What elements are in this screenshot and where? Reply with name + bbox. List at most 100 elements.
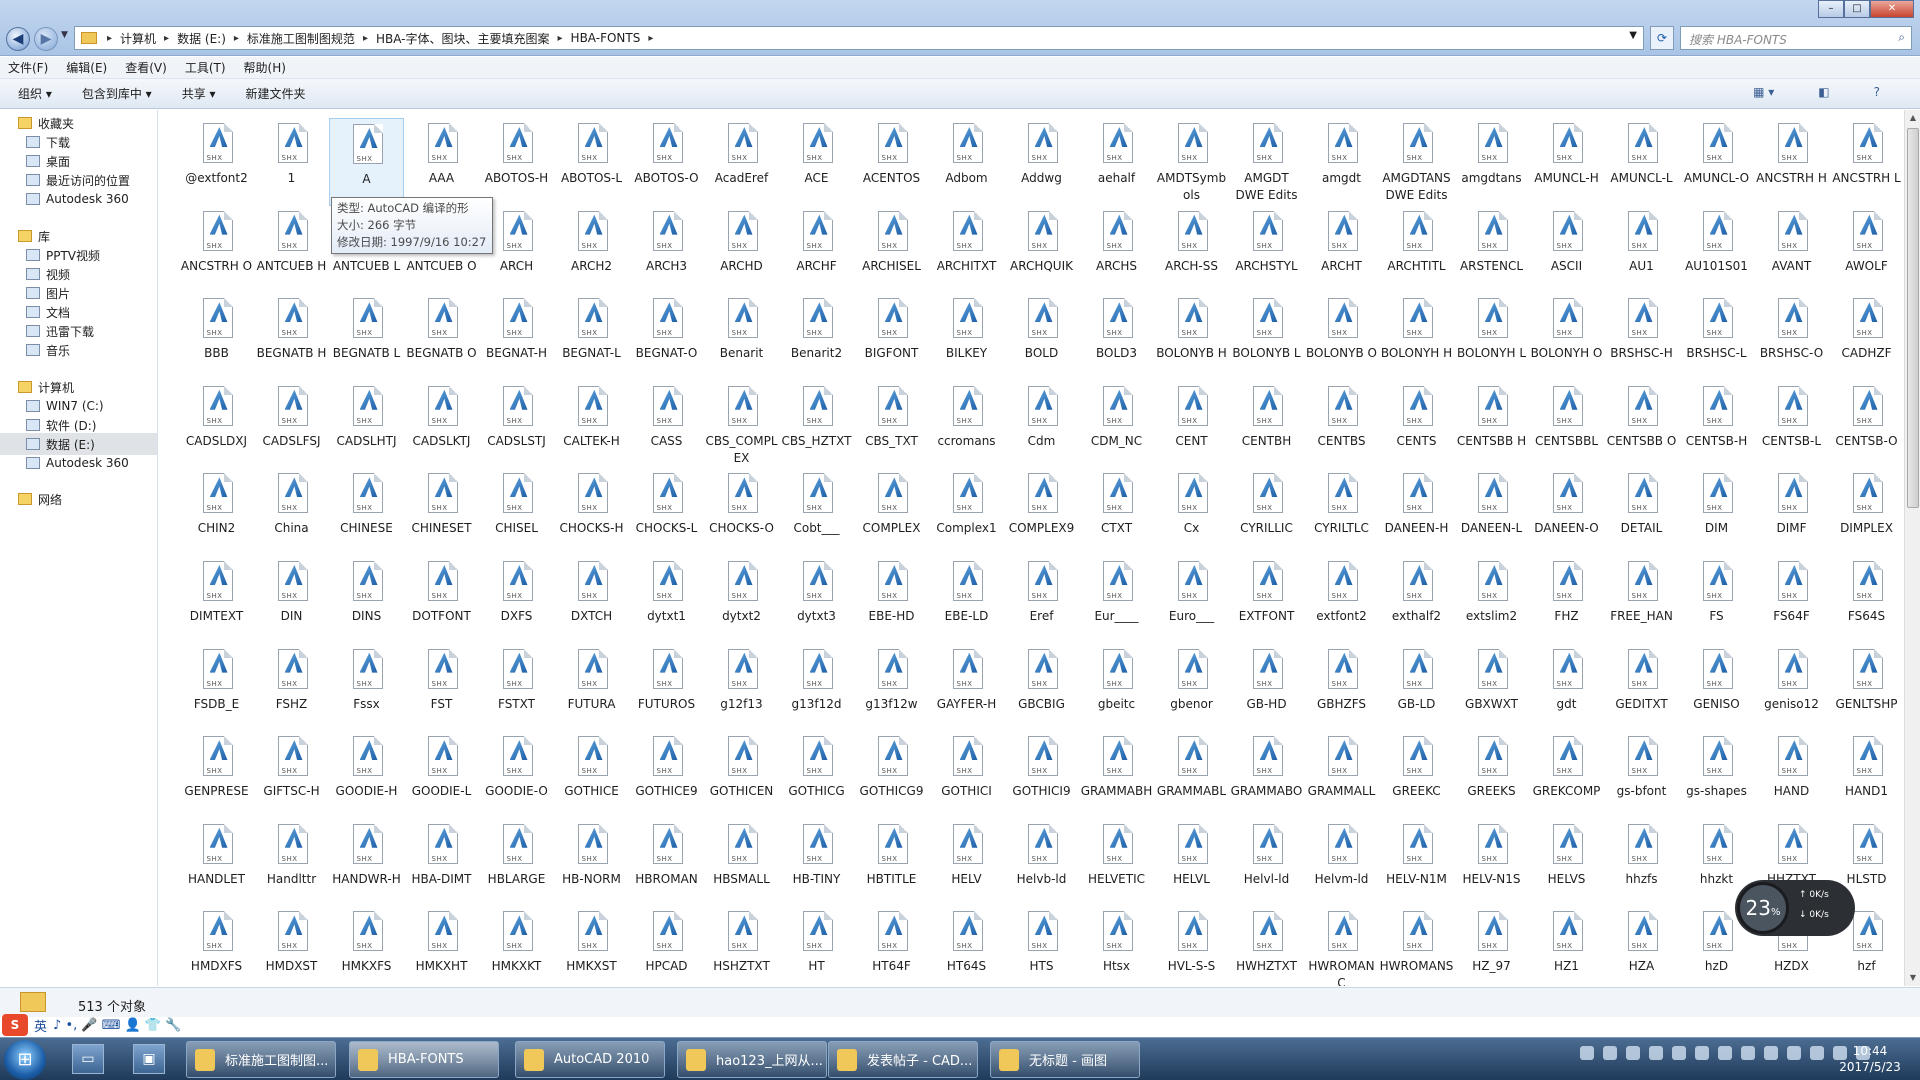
file-item[interactable]: SHX HMKXKT <box>479 906 554 986</box>
file-item[interactable]: SHX GB-LD <box>1379 644 1454 732</box>
file-item[interactable]: SHX HANDLET <box>179 819 254 907</box>
file-item[interactable]: SHX BRSHSC-L <box>1679 293 1754 381</box>
file-item[interactable]: SHX BOLD3 <box>1079 293 1154 381</box>
file-item[interactable]: SHX AVANT <box>1754 206 1829 294</box>
file-item[interactable]: SHX gbeitc <box>1079 644 1154 732</box>
file-item[interactable]: SHX GOODIE-H <box>329 731 404 819</box>
file-item[interactable]: SHX CENTSBBL <box>1529 381 1604 469</box>
file-item[interactable]: SHX ANCSTRH O <box>179 206 254 294</box>
file-item[interactable]: SHX GRAMMALL <box>1304 731 1379 819</box>
file-item[interactable]: SHX ABOTOS-H <box>479 118 554 206</box>
file-item[interactable]: SHX GENPRESE <box>179 731 254 819</box>
file-item[interactable]: SHX CENTSB-L <box>1754 381 1829 469</box>
file-item[interactable]: SHX GBXWXT <box>1454 644 1529 732</box>
file-item[interactable]: SHX COMPLEX9 <box>1004 468 1079 556</box>
file-item[interactable]: SHX CYRILLIC <box>1229 468 1304 556</box>
file-item[interactable]: SHX HWROMANS <box>1379 906 1454 986</box>
taskbar-button[interactable]: 发表帖子 - CAD... <box>828 1041 978 1078</box>
file-item[interactable]: SHX AMUNCL-H <box>1529 118 1604 206</box>
file-item[interactable]: SHX HB-NORM <box>554 819 629 907</box>
file-item[interactable]: SHX GIFTSC-H <box>254 731 329 819</box>
file-item[interactable]: SHX ACE <box>779 118 854 206</box>
breadcrumb-separator-icon[interactable]: ▸ <box>648 33 653 44</box>
file-item[interactable]: SHX CHOCKS-O <box>704 468 779 556</box>
file-item[interactable]: SHX CTXT <box>1079 468 1154 556</box>
sidebar-item[interactable]: Autodesk 360 <box>0 452 157 474</box>
breadcrumb-separator-icon[interactable]: ▸ <box>164 33 169 44</box>
file-item[interactable]: SHX DANEEN-H <box>1379 468 1454 556</box>
file-item[interactable]: SHX ABOTOS-L <box>554 118 629 206</box>
breadcrumb-item[interactable]: 数据 (E:) <box>177 30 226 47</box>
file-item[interactable]: SHX AMDTSymbols <box>1154 118 1229 206</box>
ime-tools-icon[interactable]: ♪ •, 🎤 ⌨ 👤 👕 🔧 <box>53 1018 181 1033</box>
file-item[interactable]: SHX GBHZFS <box>1304 644 1379 732</box>
file-item[interactable]: SHX HB-TINY <box>779 819 854 907</box>
file-item[interactable]: SHX CENT <box>1154 381 1229 469</box>
file-item[interactable]: SHX AcadEref <box>704 118 779 206</box>
file-item[interactable]: SHX FS64F <box>1754 556 1829 644</box>
file-item[interactable]: SHX BOLONYB L <box>1229 293 1304 381</box>
file-item[interactable]: SHX ACENTOS <box>854 118 929 206</box>
file-item[interactable]: SHX HVL-S-S <box>1154 906 1229 986</box>
vertical-scrollbar[interactable]: ▲ ▼ <box>1904 110 1920 986</box>
sogou-ime-icon[interactable]: S <box>2 1014 28 1036</box>
file-item[interactable]: SHX AMUNCL-L <box>1604 118 1679 206</box>
file-item[interactable]: SHX DOTFONT <box>404 556 479 644</box>
file-item[interactable]: SHX GOTHICG9 <box>854 731 929 819</box>
breadcrumb-separator-icon[interactable]: ▸ <box>363 33 368 44</box>
file-item[interactable]: SHX gbenor <box>1154 644 1229 732</box>
file-item[interactable]: SHX HELV-N1M <box>1379 819 1454 907</box>
file-item[interactable]: SHX AU1 <box>1604 206 1679 294</box>
file-item[interactable]: SHX GENLTSHP <box>1829 644 1904 732</box>
file-item[interactable]: SHX GREEKC <box>1379 731 1454 819</box>
file-item[interactable]: SHX HMKXST <box>554 906 629 986</box>
minimize-button[interactable]: – <box>1818 0 1844 18</box>
file-item[interactable]: SHX Addwg <box>1004 118 1079 206</box>
file-item[interactable]: SHX ARCHD <box>704 206 779 294</box>
file-item[interactable]: SHX HWHZTXT <box>1229 906 1304 986</box>
file-item[interactable]: SHX geniso12 <box>1754 644 1829 732</box>
file-item[interactable]: SHX CADSLKTJ <box>404 381 479 469</box>
file-item[interactable]: SHX AMUNCL-O <box>1679 118 1754 206</box>
file-item[interactable]: SHX HMKXHT <box>404 906 479 986</box>
file-item[interactable]: SHX FST <box>404 644 479 732</box>
file-item[interactable]: SHX AMGDTANS DWE Edits <box>1379 118 1454 206</box>
file-item[interactable]: SHX dytxt3 <box>779 556 854 644</box>
scroll-up-icon[interactable]: ▲ <box>1905 110 1920 126</box>
file-item[interactable]: SHX extfont2 <box>1304 556 1379 644</box>
file-item[interactable]: SHX exthalf2 <box>1379 556 1454 644</box>
tray-icon[interactable] <box>1764 1046 1778 1060</box>
file-item[interactable]: SHX A <box>329 118 404 206</box>
file-item[interactable]: SHX EBE-HD <box>854 556 929 644</box>
scroll-thumb[interactable] <box>1907 128 1919 508</box>
file-item[interactable]: SHX BOLONYH H <box>1379 293 1454 381</box>
file-item[interactable]: SHX CENTSB-O <box>1829 381 1904 469</box>
file-item[interactable]: SHX Benarit <box>704 293 779 381</box>
file-item[interactable]: SHX GBCBIG <box>1004 644 1079 732</box>
file-item[interactable]: SHX GOTHICI <box>929 731 1004 819</box>
file-item[interactable]: SHX China <box>254 468 329 556</box>
tray-icon[interactable] <box>1603 1046 1617 1060</box>
show-desktop-icon[interactable]: ▭ <box>72 1044 104 1074</box>
tray-icon[interactable] <box>1741 1046 1755 1060</box>
taskbar-button[interactable]: 无标题 - 画图 <box>990 1041 1140 1078</box>
file-item[interactable]: SHX FS <box>1679 556 1754 644</box>
taskbar-button[interactable]: 标准施工图制图... <box>186 1041 336 1078</box>
file-item[interactable]: SHX GREKCOMP <box>1529 731 1604 819</box>
file-item[interactable]: SHX HMDXFS <box>179 906 254 986</box>
file-item[interactable]: SHX HELVL <box>1154 819 1229 907</box>
file-item[interactable]: SHX GEDITXT <box>1604 644 1679 732</box>
scroll-down-icon[interactable]: ▼ <box>1905 970 1920 986</box>
file-item[interactable]: SHX DIMPLEX <box>1829 468 1904 556</box>
file-item[interactable]: SHX CENTSB-H <box>1679 381 1754 469</box>
menu-item[interactable]: 帮助(H) <box>244 59 286 76</box>
file-item[interactable]: SHX CADSLSTJ <box>479 381 554 469</box>
history-dropdown-icon[interactable]: ▼ <box>61 30 68 40</box>
file-item[interactable]: SHX DANEEN-L <box>1454 468 1529 556</box>
file-item[interactable]: SHX HBLARGE <box>479 819 554 907</box>
file-item[interactable]: SHX ARCH-SS <box>1154 206 1229 294</box>
command-button[interactable]: 共享 ▾ <box>182 85 216 102</box>
file-item[interactable]: SHX Helvb-ld <box>1004 819 1079 907</box>
file-item[interactable]: SHX amgdtans <box>1454 118 1529 206</box>
file-item[interactable]: SHX BEGNATB L <box>329 293 404 381</box>
